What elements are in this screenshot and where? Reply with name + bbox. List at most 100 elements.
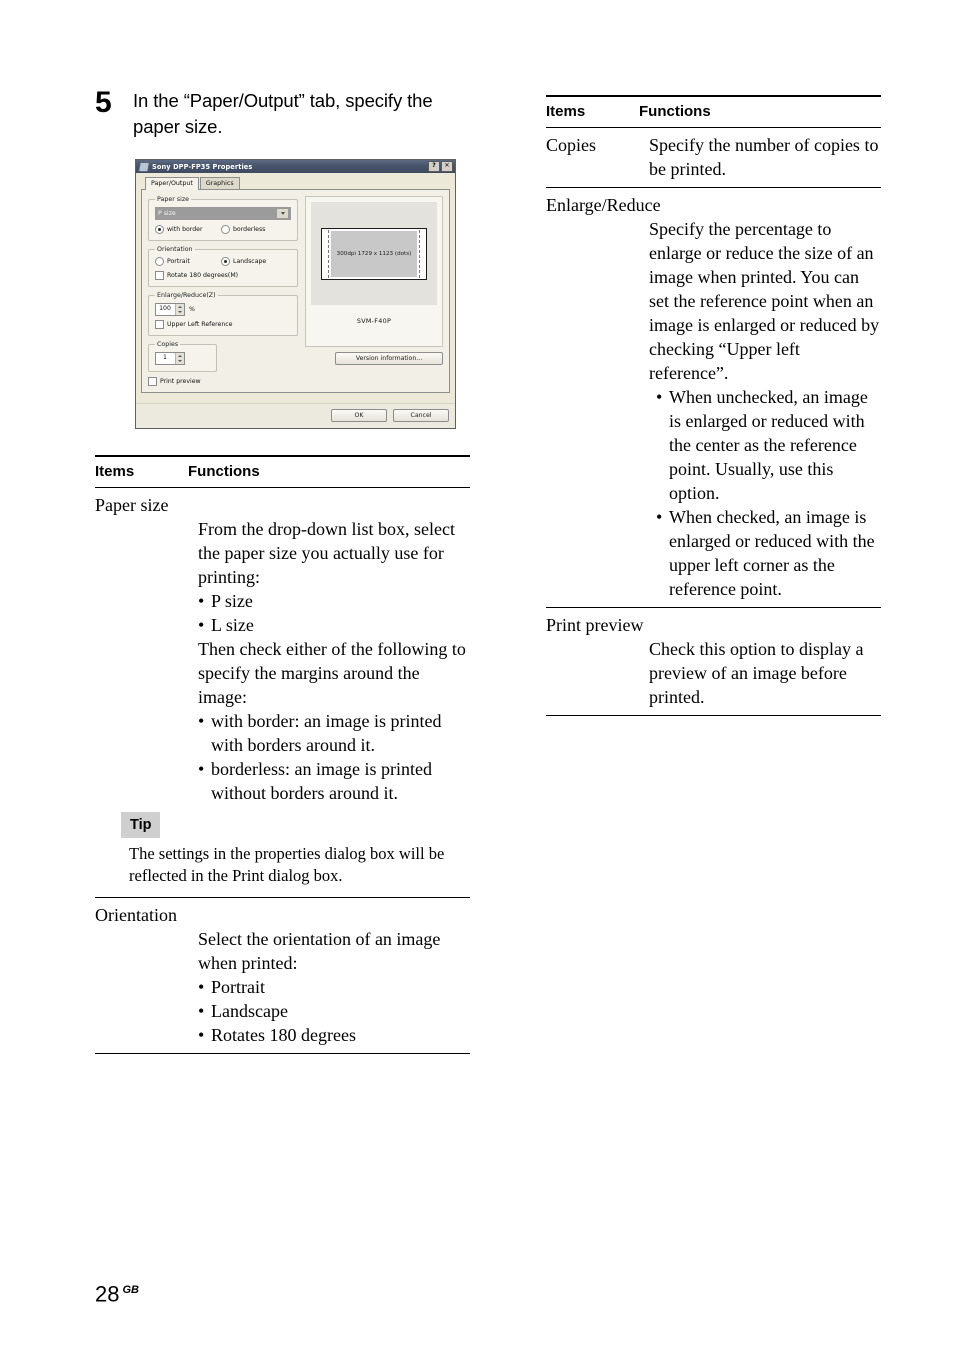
enlarge-stepper-buttons[interactable]: [175, 304, 184, 315]
copies-legend: Copies: [157, 341, 179, 348]
title-bar-buttons: ? ✕: [428, 161, 453, 172]
checkbox-upper-left-reference[interactable]: Upper Left Reference: [155, 320, 232, 329]
enlarge-unit: %: [189, 306, 195, 313]
rotate-row: Rotate 180 degrees(M): [155, 271, 291, 280]
row-copies: Copies Specify the number of copies to b…: [546, 133, 881, 181]
radio-landscape[interactable]: Landscape: [221, 257, 266, 266]
bullet-list-margins: with border: an image is printed with bo…: [198, 709, 470, 805]
radio-portrait-indicator: [155, 257, 164, 266]
preview-paper: 300dpi 1729 x 1123 (dots): [321, 227, 427, 280]
page-footer: 28 GB: [95, 1277, 139, 1307]
orientation-legend: Orientation: [157, 246, 193, 253]
enlarge-value: 100: [159, 305, 171, 312]
border-options-row: with border borderless: [155, 225, 291, 234]
dialog-title: Sony DPP-FP35 Properties: [152, 162, 253, 171]
step-heading: 5 In the “Paper/Output” tab, specify the…: [95, 88, 470, 140]
list-item: When checked, an image is enlarged or re…: [656, 505, 881, 601]
list-item: P size: [198, 589, 470, 613]
table-row: Paper size From the drop-down list box, …: [95, 488, 470, 897]
upper-left-row: Upper Left Reference: [155, 320, 291, 329]
page-number: 28: [95, 1281, 120, 1307]
list-item: Landscape: [198, 999, 470, 1023]
checkbox-print-preview-label: Print preview: [160, 378, 201, 385]
copies-stepper-buttons[interactable]: [175, 353, 184, 364]
table-header-row: Items Functions: [546, 97, 881, 127]
right-reference-table: Items Functions Copies Specify the numbe…: [546, 95, 881, 716]
preview-printer-name: SVM-F40P: [356, 317, 392, 325]
radio-with-border[interactable]: with border: [155, 225, 215, 234]
enlarge-reduce-legend: Enlarge/Reduce(Z): [157, 292, 216, 299]
ok-button[interactable]: OK: [331, 409, 387, 422]
row-definition-enlarge-reduce: Specify the percentage to enlarge or red…: [649, 219, 880, 383]
printer-icon: [138, 161, 150, 172]
list-item: Portrait: [198, 975, 470, 999]
row-term-copies: Copies: [546, 135, 597, 155]
version-information-button[interactable]: Version information...: [335, 352, 443, 365]
preview-image-caption: 300dpi 1729 x 1123 (dots): [331, 230, 417, 277]
bullet-list-reference-point: When unchecked, an image is enlarged or …: [656, 385, 881, 601]
tab-graphics[interactable]: Graphics: [199, 177, 240, 189]
column-header-functions: Functions: [188, 463, 260, 480]
enlarge-reduce-group: Enlarge/Reduce(Z) 100 % Upper Left Refer…: [148, 292, 298, 336]
row-term-orientation: Orientation: [95, 905, 177, 925]
list-item: Rotates 180 degrees: [198, 1023, 470, 1047]
row-definition-print-preview: Check this option to display a preview o…: [649, 639, 864, 707]
document-page: 5 In the “Paper/Output” tab, specify the…: [0, 0, 954, 1352]
chevron-down-icon[interactable]: [276, 208, 289, 219]
close-icon[interactable]: ✕: [441, 161, 453, 172]
dialog-title-bar: Sony DPP-FP35 Properties ? ✕: [136, 160, 455, 173]
copies-value-row: 1: [155, 352, 210, 365]
copies-value: 1: [163, 354, 167, 361]
tip-box: Tip The settings in the properties dialo…: [121, 812, 470, 887]
row-definition-margins: Then check either of the following to sp…: [198, 639, 466, 707]
radio-borderless-label: borderless: [233, 226, 266, 233]
table-bottom-rule: [95, 1053, 470, 1054]
checkbox-rotate-180-label: Rotate 180 degrees(M): [167, 272, 239, 279]
row-term-paper-size: Paper size: [95, 495, 169, 515]
checkbox-print-preview-indicator: [148, 377, 157, 386]
table-row: Print preview Check this option to displ…: [546, 608, 881, 715]
tab-paper-output[interactable]: Paper/Output: [145, 177, 199, 190]
paper-size-value: P size: [158, 209, 176, 217]
checkbox-rotate-180[interactable]: Rotate 180 degrees(M): [155, 271, 238, 280]
properties-dialog: Sony DPP-FP35 Properties ? ✕ Paper/Outpu…: [135, 159, 456, 429]
orientation-group: Orientation Portrait Landscape Rotate 18…: [148, 246, 298, 287]
table-header-row: Items Functions: [95, 457, 470, 487]
paper-size-legend: Paper size: [157, 196, 190, 203]
checkbox-upper-left-label: Upper Left Reference: [167, 321, 233, 328]
radio-borderless[interactable]: borderless: [221, 225, 265, 234]
dialog-footer: OK Cancel: [136, 403, 455, 428]
print-preview-row: Print preview: [148, 377, 298, 386]
tab-panel-paper-output: Paper size P size with border borderless…: [141, 190, 450, 393]
cancel-button[interactable]: Cancel: [393, 409, 449, 422]
checkbox-print-preview[interactable]: Print preview: [148, 377, 201, 386]
settings-pane: Paper size P size with border borderless…: [148, 196, 298, 386]
copies-stepper[interactable]: 1: [155, 352, 185, 365]
region-code: GB: [122, 1284, 139, 1296]
checkbox-rotate-180-indicator: [155, 271, 164, 280]
enlarge-stepper[interactable]: 100: [155, 303, 185, 316]
bullet-list-paper-sizes: P size L size: [198, 589, 470, 637]
tip-text: The settings in the properties dialog bo…: [129, 844, 445, 885]
left-column: 5 In the “Paper/Output” tab, specify the…: [95, 88, 470, 1054]
list-item: When unchecked, an image is enlarged or …: [656, 385, 881, 505]
radio-with-border-label: with border: [167, 226, 203, 233]
radio-portrait[interactable]: Portrait: [155, 257, 215, 266]
column-header-items: Items: [95, 463, 135, 480]
copies-group: Copies 1: [148, 341, 217, 372]
paper-size-select[interactable]: P size: [155, 207, 291, 220]
row-term-enlarge-reduce: Enlarge/Reduce: [546, 195, 661, 215]
table-row: Orientation Select the orientation of an…: [95, 898, 470, 1053]
orientation-options-row: Portrait Landscape: [155, 257, 291, 266]
help-icon[interactable]: ?: [428, 161, 440, 172]
list-item: with border: an image is printed with bo…: [198, 709, 470, 757]
radio-landscape-label: Landscape: [233, 258, 267, 265]
bullet-list-orientation: Portrait Landscape Rotates 180 degrees: [198, 975, 470, 1047]
table-row: Enlarge/Reduce Specify the percentage to…: [546, 188, 881, 607]
checkbox-upper-left-indicator: [155, 320, 164, 329]
row-definition-paper-size: From the drop-down list box, select the …: [198, 519, 455, 587]
dialog-tabstrip: Paper/Output Graphics: [141, 177, 450, 190]
step-instruction: In the “Paper/Output” tab, specify the p…: [133, 90, 433, 137]
radio-landscape-indicator: [221, 257, 230, 266]
row-definition-orientation: Select the orientation of an image when …: [198, 929, 441, 973]
